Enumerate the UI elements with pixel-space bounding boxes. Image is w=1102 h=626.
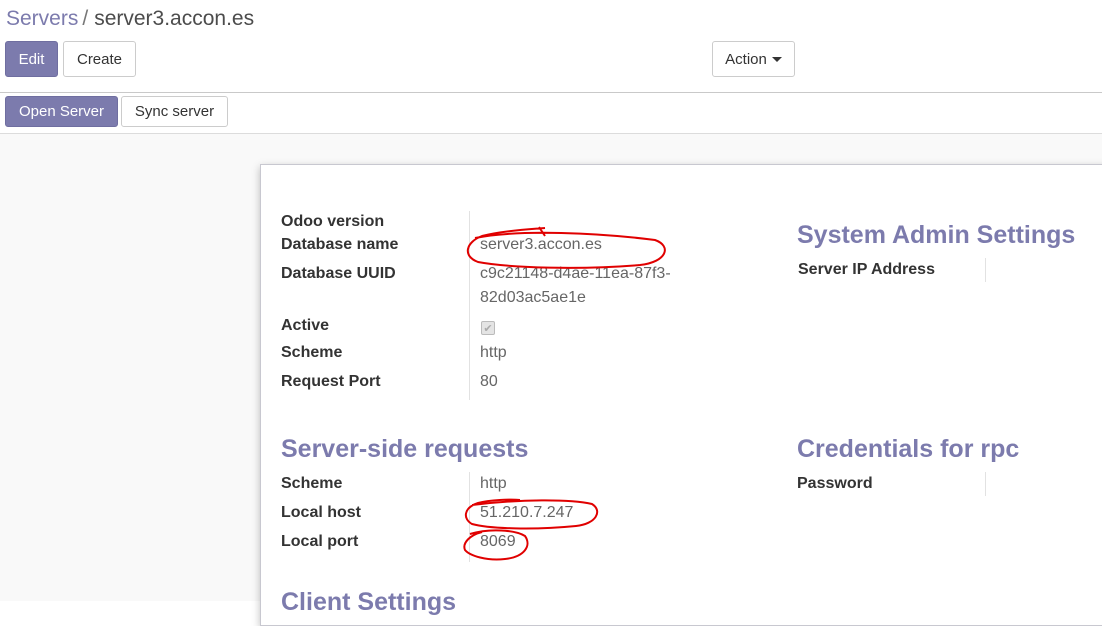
database-name-value: server3.accon.es	[480, 236, 602, 253]
breadcrumb-servers-link[interactable]: Servers	[6, 7, 78, 30]
statusbar: Open Server Sync server	[0, 93, 1102, 134]
local-host-value: 51.210.7.247	[480, 504, 574, 521]
sync-server-button[interactable]: Sync server	[121, 96, 228, 127]
edit-button[interactable]: Edit	[5, 41, 58, 77]
database-uuid-value-line1: c9c21148-d4ae-11ea-87f3-	[480, 265, 671, 282]
create-button[interactable]: Create	[63, 41, 136, 77]
breadcrumb-separator: /	[82, 7, 89, 30]
server-scheme-label: Scheme	[281, 475, 343, 492]
field-separator	[985, 472, 986, 496]
field-separator	[469, 472, 470, 562]
system-admin-settings-title: System Admin Settings	[797, 221, 1076, 249]
breadcrumb: Servers / server3.accon.es	[6, 6, 254, 32]
control-panel: Servers / server3.accon.es Edit Create Act…	[0, 0, 1102, 93]
caret-down-icon	[771, 56, 782, 62]
local-port-label: Local port	[281, 533, 359, 550]
active-label: Active	[281, 317, 330, 334]
local-host-label: Local host	[281, 504, 362, 521]
server-scheme-value: http	[480, 475, 507, 492]
scheme-value: http	[480, 344, 507, 361]
form-sheet: Odoo version Database name server3.accon…	[260, 164, 1102, 626]
database-uuid-value-line2: 82d03ac5ae1e	[480, 289, 586, 306]
client-settings-title: Client Settings	[281, 588, 457, 616]
active-checkbox[interactable]: ✔	[481, 321, 495, 335]
database-uuid-label: Database UUID	[281, 265, 396, 282]
local-port-value: 8069	[480, 533, 516, 550]
action-label: Action	[725, 50, 767, 68]
open-server-button[interactable]: Open Server	[5, 96, 118, 127]
field-separator	[985, 258, 986, 282]
password-label: Password	[797, 475, 873, 492]
database-name-label: Database name	[281, 236, 399, 253]
scheme-label: Scheme	[281, 344, 343, 361]
breadcrumb-current: server3.accon.es	[94, 7, 255, 30]
request-port-value: 80	[480, 373, 498, 390]
odoo-version-label: Odoo version	[281, 213, 385, 230]
action-dropdown-button[interactable]: Action	[712, 41, 795, 77]
server-side-requests-title: Server-side requests	[281, 435, 529, 463]
server-ip-label: Server IP Address	[798, 261, 935, 278]
field-separator	[469, 211, 470, 400]
request-port-label: Request Port	[281, 373, 381, 390]
check-icon: ✔	[483, 322, 493, 335]
credentials-for-rpc-title: Credentials for rpc	[797, 435, 1020, 463]
